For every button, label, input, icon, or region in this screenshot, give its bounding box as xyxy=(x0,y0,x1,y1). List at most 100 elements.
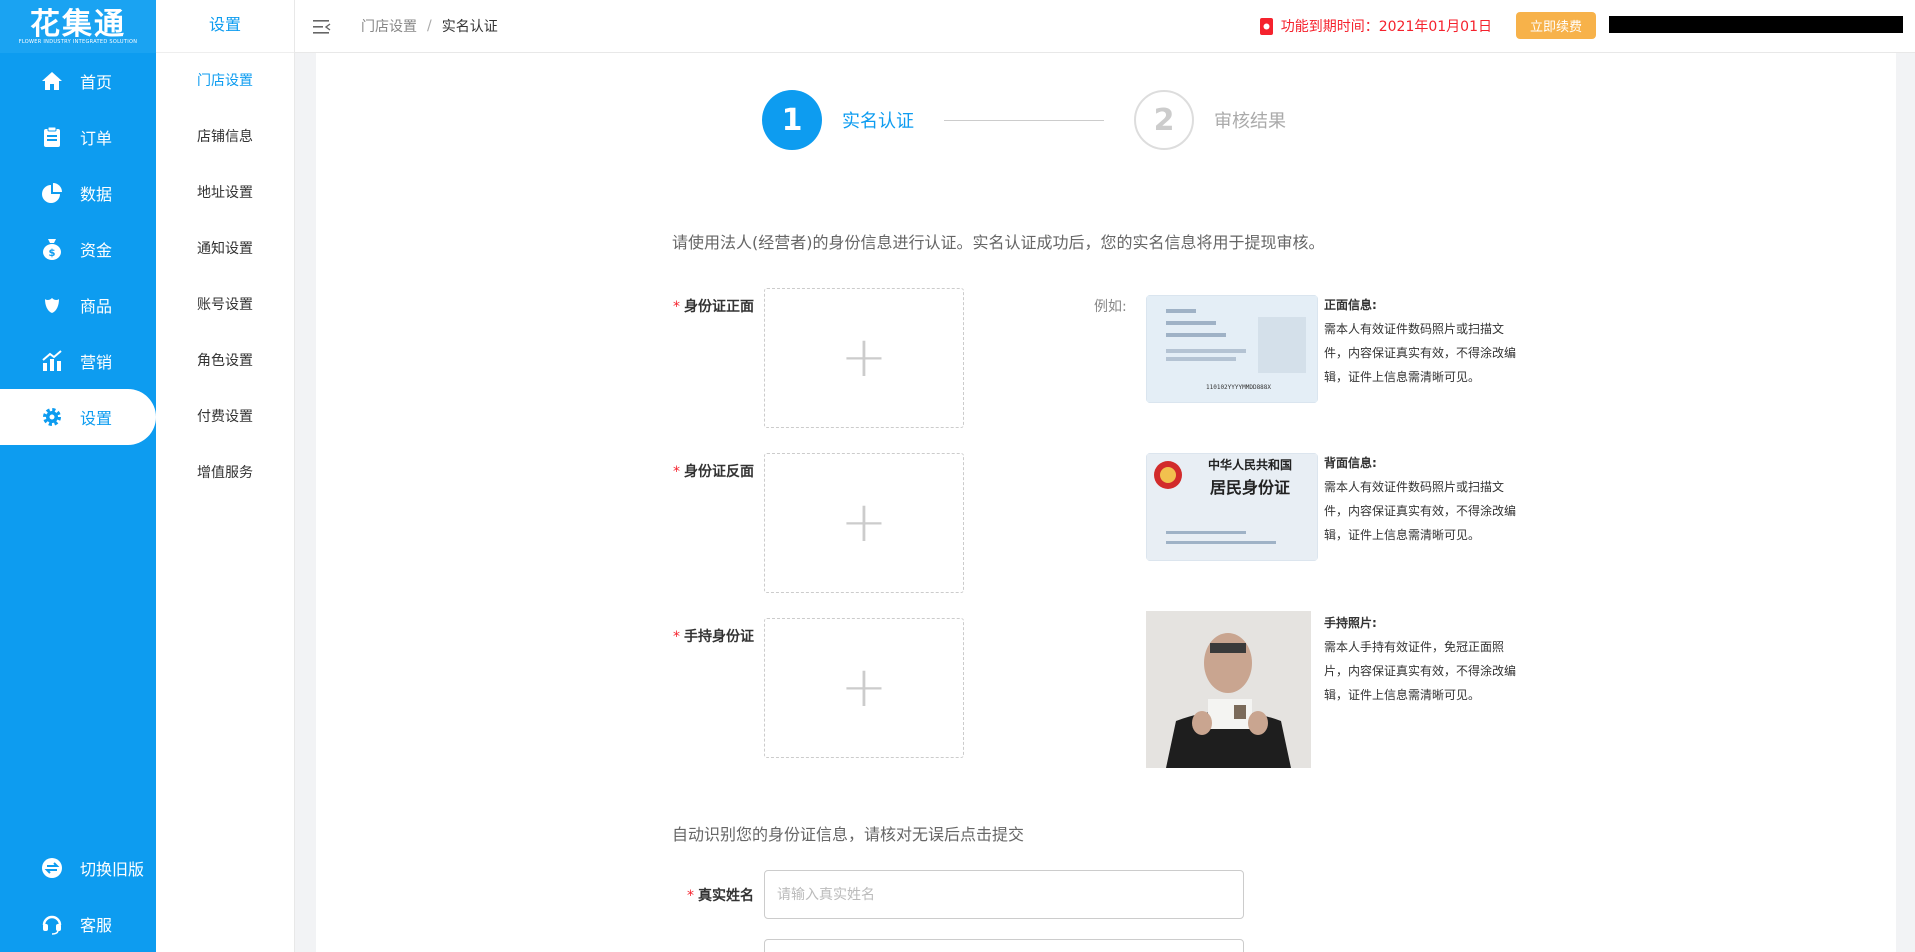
subnav-title: 设置 xyxy=(156,0,294,53)
nav-item-funds[interactable]: $ 资金 xyxy=(0,221,156,277)
card-number-text: 110102YYYYMMDD888X xyxy=(1206,384,1271,391)
id-back-example-image: 中华人民共和国 居民身份证 xyxy=(1146,453,1318,561)
primary-sidebar: 花集通 FLOWER INDUSTRY INTEGRATED SOLUTION … xyxy=(0,0,156,952)
step-1-label: 实名认证 xyxy=(842,111,914,132)
label-text: 身份证正面 xyxy=(684,299,754,315)
form-label xyxy=(672,939,764,952)
main-panel: 1 实名认证 2 审核结果 请使用法人(经营者)的身份信息进行认证。实名认证成功… xyxy=(316,53,1896,952)
subnav-item-account[interactable]: 账号设置 xyxy=(156,277,294,333)
subnav-item-billing[interactable]: 付费设置 xyxy=(156,389,294,445)
nav-item-label: 数据 xyxy=(80,185,113,204)
next-field-row xyxy=(672,939,1244,952)
plus-icon: + xyxy=(840,655,888,720)
form-label: * 身份证反面 xyxy=(672,453,764,593)
money-bag-icon: $ xyxy=(40,237,64,261)
upload-row-id-handheld: * 手持身份证 + xyxy=(672,618,964,758)
example-label: 例如: xyxy=(1094,299,1127,315)
switch-old-version-button[interactable]: 切换旧版 xyxy=(0,840,156,896)
alert-badge-icon xyxy=(1259,17,1273,35)
example-title: 手持照片: xyxy=(1324,616,1377,630)
top-header: 门店设置 / 实名认证 功能到期时间：2021年01月01日 立即续费 xyxy=(295,0,1915,53)
secondary-sidebar: 设置 门店设置 店铺信息 地址设置 通知设置 账号设置 角色设置 付费设置 增值… xyxy=(156,0,295,952)
id-front-example-image: 110102YYYYMMDD888X xyxy=(1146,295,1318,403)
gear-icon xyxy=(40,405,64,429)
required-mark: * xyxy=(687,888,694,904)
breadcrumb-parent[interactable]: 门店设置 xyxy=(361,16,417,36)
nav-item-label: 营销 xyxy=(80,353,113,372)
example-line: 辑，证件上信息需清晰可见。 xyxy=(1324,370,1481,384)
required-mark: * xyxy=(673,299,680,315)
nav-item-orders[interactable]: 订单 xyxy=(0,109,156,165)
required-mark: * xyxy=(673,464,680,480)
id-back-upload[interactable]: + xyxy=(764,453,964,593)
label-text: 身份证反面 xyxy=(684,464,754,480)
example-line: 辑，证件上信息需清晰可见。 xyxy=(1324,688,1481,702)
step-1-circle: 1 xyxy=(762,90,822,150)
id-handheld-upload[interactable]: + xyxy=(764,618,964,758)
example-title: 背面信息: xyxy=(1324,456,1377,470)
subnav-item-address[interactable]: 地址设置 xyxy=(156,165,294,221)
id-front-example-desc: 正面信息: 需本人有效证件数码照片或扫描文 件，内容保证真实有效，不得涂改编 辑… xyxy=(1324,293,1524,389)
bar-chart-icon xyxy=(40,349,64,373)
real-name-row: * 真实姓名 xyxy=(672,870,1244,919)
required-mark: * xyxy=(673,629,680,645)
headset-icon xyxy=(40,912,64,936)
nav-item-marketing[interactable]: 营销 xyxy=(0,333,156,389)
nav-item-label: 切换旧版 xyxy=(80,860,145,879)
subnav-item-shop-info[interactable]: 店铺信息 xyxy=(156,109,294,165)
switch-icon xyxy=(40,856,64,880)
real-name-input[interactable] xyxy=(764,870,1244,919)
progress-steps: 1 实名认证 2 审核结果 xyxy=(762,90,1286,150)
customer-service-button[interactable]: 客服 xyxy=(0,896,156,952)
logo-text: 花集通 xyxy=(30,6,126,42)
primary-nav-bottom: 切换旧版 客服 xyxy=(0,840,156,952)
nav-item-label: 资金 xyxy=(80,241,113,260)
menu-collapse-icon[interactable] xyxy=(313,19,331,34)
label-text: 真实姓名 xyxy=(698,888,754,904)
form-label: * 手持身份证 xyxy=(672,618,764,758)
nav-item-label: 首页 xyxy=(80,73,113,92)
card-title-line1: 中华人民共和国 xyxy=(1208,457,1292,472)
redacted-account-info xyxy=(1609,16,1903,33)
subnav-item-store-settings[interactable]: 门店设置 xyxy=(156,53,294,109)
nav-item-products[interactable]: 商品 xyxy=(0,277,156,333)
id-front-upload[interactable]: + xyxy=(764,288,964,428)
next-field-input[interactable] xyxy=(764,939,1244,952)
subnav-item-roles[interactable]: 角色设置 xyxy=(156,333,294,389)
brand-logo[interactable]: 花集通 FLOWER INDUSTRY INTEGRATED SOLUTION xyxy=(0,0,156,53)
step-2-circle: 2 xyxy=(1134,90,1194,150)
plus-icon: + xyxy=(840,490,888,555)
breadcrumb: 门店设置 / 实名认证 xyxy=(361,16,498,36)
upload-row-id-back: * 身份证反面 + xyxy=(672,453,964,593)
renew-button[interactable]: 立即续费 xyxy=(1516,12,1596,39)
handheld-example-desc: 手持照片: 需本人手持有效证件，免冠正面照 片，内容保证真实有效，不得涂改编 辑… xyxy=(1324,611,1524,707)
nav-item-settings[interactable]: 设置 xyxy=(0,389,156,445)
nav-item-label: 商品 xyxy=(80,297,113,316)
primary-nav-list: 首页 订单 数据 $ 资金 商品 营销 设置 xyxy=(0,53,156,445)
example-line: 辑，证件上信息需清晰可见。 xyxy=(1324,528,1481,542)
breadcrumb-separator: / xyxy=(427,18,432,34)
example-line: 需本人有效证件数码照片或扫描文 xyxy=(1324,480,1505,494)
breadcrumb-current: 实名认证 xyxy=(441,19,498,35)
svg-text:$: $ xyxy=(49,248,56,259)
subnav-item-value-added[interactable]: 增值服务 xyxy=(156,445,294,501)
example-line: 片，内容保证真实有效，不得涂改编 xyxy=(1324,664,1517,678)
plus-icon: + xyxy=(840,325,888,390)
example-line: 需本人手持有效证件，免冠正面照 xyxy=(1324,640,1505,654)
nav-item-home[interactable]: 首页 xyxy=(0,53,156,109)
nav-item-data[interactable]: 数据 xyxy=(0,165,156,221)
nav-item-label: 订单 xyxy=(80,129,113,148)
label-text: 手持身份证 xyxy=(684,629,754,645)
subnav-item-notification[interactable]: 通知设置 xyxy=(156,221,294,277)
form-label: * 身份证正面 xyxy=(672,288,764,428)
pie-chart-icon xyxy=(40,181,64,205)
card-title-line2: 居民身份证 xyxy=(1210,478,1290,497)
form-label: * 真实姓名 xyxy=(672,870,764,919)
example-line: 件，内容保证真实有效，不得涂改编 xyxy=(1324,504,1517,518)
auto-recognize-note: 自动识别您的身份证信息，请核对无误后点击提交 xyxy=(672,825,1025,844)
logo-subtitle: FLOWER INDUSTRY INTEGRATED SOLUTION xyxy=(18,38,138,45)
expire-text: 功能到期时间：2021年01月01日 xyxy=(1280,19,1492,35)
step-connector xyxy=(944,119,1104,121)
id-back-example-desc: 背面信息: 需本人有效证件数码照片或扫描文 件，内容保证真实有效，不得涂改编 辑… xyxy=(1324,451,1524,547)
nav-item-label: 设置 xyxy=(80,409,113,428)
